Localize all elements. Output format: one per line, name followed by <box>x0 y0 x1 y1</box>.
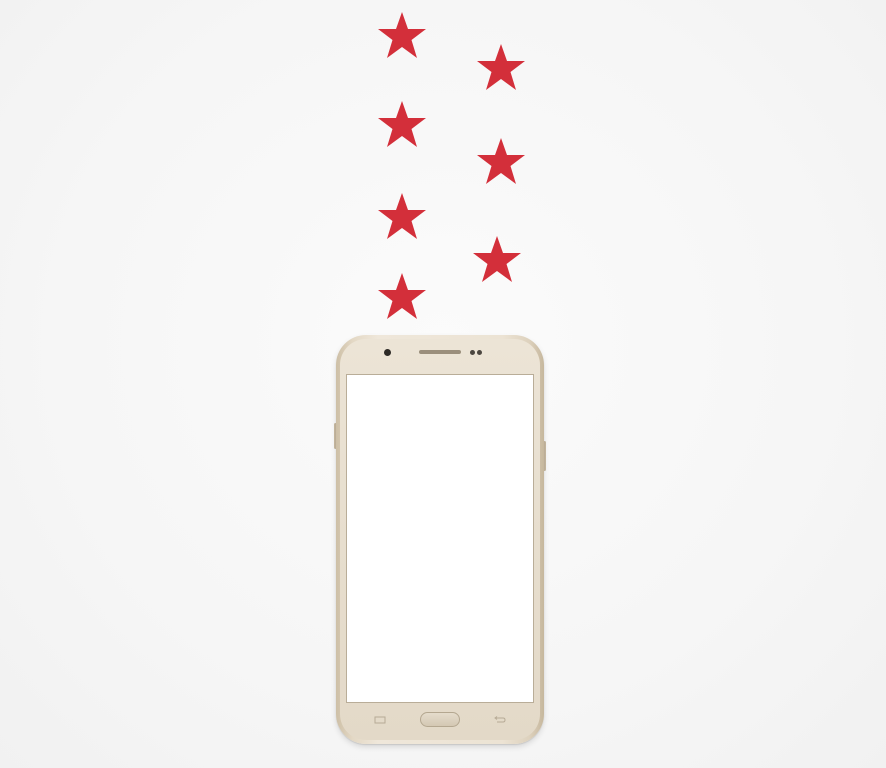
sensor-icon <box>470 350 475 355</box>
star-icon <box>476 138 526 186</box>
star-icon <box>476 44 526 92</box>
star-icon <box>377 101 427 149</box>
phone-screen[interactable] <box>346 374 534 703</box>
sensor-icon <box>477 350 482 355</box>
home-button[interactable] <box>420 712 460 727</box>
recent-apps-icon[interactable] <box>373 715 387 725</box>
camera-icon <box>384 349 391 356</box>
back-icon[interactable] <box>493 715 507 725</box>
star-icon <box>377 273 427 321</box>
photo-scene <box>0 0 886 768</box>
star-icon <box>377 12 427 60</box>
star-icon <box>472 236 522 284</box>
speaker-icon <box>419 350 461 354</box>
smartphone <box>334 335 546 744</box>
star-icon <box>377 193 427 241</box>
